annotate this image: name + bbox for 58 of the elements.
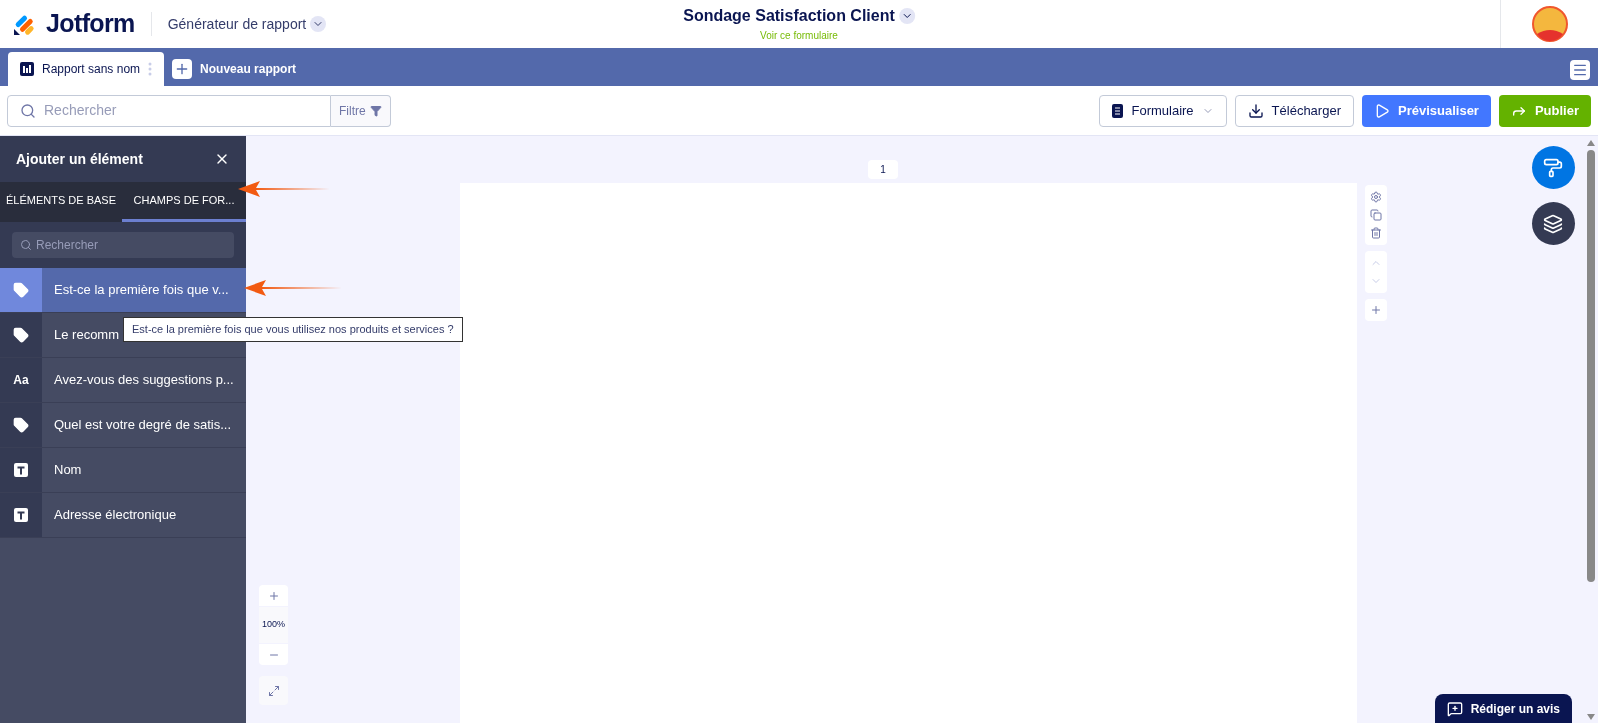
- search-box[interactable]: Rechercher: [7, 94, 331, 127]
- add-page-button[interactable]: [1364, 299, 1387, 321]
- field-label: Nom: [53, 461, 82, 480]
- panel-tab[interactable]: ÉLÉMENTS DE BASE: [0, 182, 123, 222]
- field-label: Adresse électronique: [53, 506, 177, 525]
- page-number: 1: [868, 160, 898, 179]
- tag-icon: [13, 417, 29, 433]
- fit-button[interactable]: [259, 676, 288, 705]
- field-label: Quel est votre degré de satis...: [53, 416, 232, 435]
- plus-icon: [1369, 304, 1382, 316]
- field-item[interactable]: Adresse électronique: [0, 493, 246, 538]
- panel-title: Ajouter un élément: [16, 149, 143, 169]
- field-label: Est-ce la première fois que v...: [53, 281, 229, 300]
- search-icon: [20, 239, 32, 251]
- more-icon: [148, 62, 153, 76]
- panel-search-box[interactable]: Rechercher: [12, 232, 234, 258]
- plus-icon: [267, 589, 280, 602]
- tag-icon: [13, 282, 29, 298]
- new-report-button[interactable]: Nouveau rapport: [164, 52, 305, 86]
- field-item[interactable]: Est-ce la première fois que v...: [0, 268, 246, 313]
- expand-icon: [267, 684, 280, 697]
- text-field-icon: [14, 508, 28, 522]
- text-format-icon: Aa: [13, 371, 29, 389]
- search-field[interactable]: Rechercher: [44, 100, 318, 121]
- avatar[interactable]: [1531, 6, 1568, 42]
- layers-button[interactable]: [1531, 202, 1575, 245]
- download-button[interactable]: Télécharger: [1234, 94, 1354, 127]
- layers-icon: [1543, 213, 1563, 234]
- filter-icon: [369, 104, 382, 117]
- form-icon: [1112, 103, 1124, 118]
- form-dropdown[interactable]: Formulaire: [1099, 94, 1227, 127]
- logo-text: Jotform: [46, 8, 135, 40]
- feedback-button[interactable]: Rédiger un avis: [1434, 694, 1572, 723]
- report-tab[interactable]: Rapport sans nom: [8, 52, 165, 86]
- delete-icon[interactable]: [1369, 227, 1382, 239]
- download-icon: [1247, 102, 1264, 119]
- text-field-icon: [14, 463, 28, 477]
- field-item[interactable]: Quel est votre degré de satis...: [0, 403, 246, 448]
- menu-button[interactable]: [1570, 60, 1590, 80]
- zoom-level: 100%: [259, 607, 288, 643]
- feedback-icon: [1446, 700, 1463, 717]
- form-title[interactable]: Sondage Satisfaction Client: [683, 4, 915, 28]
- bar-chart-icon: [20, 62, 34, 76]
- field-item[interactable]: Nom: [0, 448, 246, 493]
- settings-icon[interactable]: [1369, 191, 1382, 203]
- menu-icon: [1572, 62, 1588, 78]
- tooltip: Est-ce la première fois que vous utilisez nos produits et services ?: [123, 317, 463, 342]
- app-switcher[interactable]: Générateur de rapport: [167, 13, 327, 35]
- paint-roller-icon: [1543, 157, 1563, 178]
- design-button[interactable]: [1531, 146, 1575, 189]
- tag-icon: [13, 327, 29, 343]
- preview-button[interactable]: Prévisualiser: [1361, 94, 1491, 127]
- field-label: Avez-vous des suggestions p...: [53, 371, 234, 390]
- field-item[interactable]: Aa Avez-vous des suggestions p...: [0, 358, 246, 403]
- filter-button[interactable]: Filtre: [331, 94, 391, 127]
- duplicate-icon[interactable]: [1369, 209, 1382, 221]
- search-icon: [20, 102, 36, 119]
- field-label: Le recomm: [53, 326, 120, 345]
